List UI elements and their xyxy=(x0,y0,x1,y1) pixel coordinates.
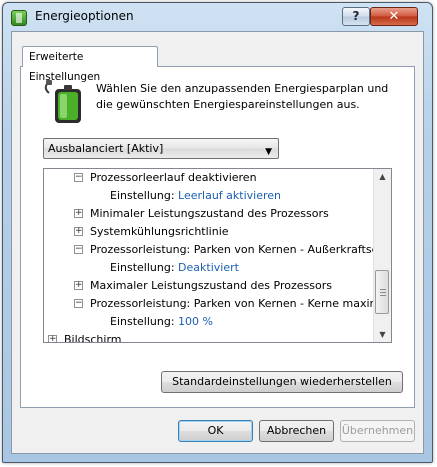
window-title: Energieoptionen xyxy=(35,9,134,23)
expand-icon[interactable]: + xyxy=(48,335,57,342)
setting-value[interactable]: Deaktiviert xyxy=(178,261,239,274)
tab-advanced-settings[interactable]: Erweiterte Einstellungen xyxy=(22,46,158,83)
setting-value[interactable]: 100 % xyxy=(178,315,213,328)
close-button[interactable]: ✕ xyxy=(370,7,418,26)
setting-value[interactable]: Leerlauf aktivieren xyxy=(178,189,281,202)
tree-item-label: Prozessorleistung: Parken von Kernen - K… xyxy=(90,297,375,310)
help-button[interactable]: ? xyxy=(342,7,370,26)
power-options-icon xyxy=(11,10,27,26)
scroll-down-arrow-icon[interactable]: ▼ xyxy=(375,327,390,342)
tree-item-label: Maximaler Leistungszustand des Prozessor… xyxy=(90,279,332,292)
tree-item-label: Minimaler Leistungszustand des Prozessor… xyxy=(90,207,329,220)
apply-button[interactable]: Übernehmen xyxy=(340,420,415,442)
title-bar[interactable]: Energieoptionen ? ✕ xyxy=(3,3,432,31)
collapse-icon[interactable]: − xyxy=(74,245,83,254)
grip-line xyxy=(380,295,386,296)
setting-label: Einstellung: xyxy=(110,315,175,328)
grip-line xyxy=(380,292,386,293)
scroll-up-arrow-icon[interactable]: ▲ xyxy=(375,169,390,184)
tree-setting-processor-idle[interactable]: Einstellung: Leerlauf aktivieren xyxy=(110,187,281,205)
tree-setting-core-parking-max-cores[interactable]: Einstellung: 100 % xyxy=(110,313,213,331)
expand-icon[interactable]: + xyxy=(74,281,83,290)
tree-item-label: Prozessorleerlauf deaktivieren xyxy=(90,171,257,184)
expand-icon[interactable]: + xyxy=(74,227,83,236)
scrollbar-thumb[interactable] xyxy=(375,270,389,314)
restore-defaults-button[interactable]: Standardeinstellungen wiederherstellen xyxy=(161,371,403,393)
collapse-icon[interactable]: − xyxy=(74,299,83,308)
cancel-button[interactable]: Abbrechen xyxy=(259,420,334,442)
tree-item-label: Bildschirm xyxy=(64,333,122,343)
setting-label: Einstellung: xyxy=(110,189,175,202)
chevron-down-icon: ▼ xyxy=(265,147,272,157)
vertical-scrollbar[interactable]: ▲ ▼ xyxy=(373,169,391,342)
tab-panel: Wählen Sie den anzupassenden Energiespar… xyxy=(20,66,415,408)
tree-setting-core-parking-override[interactable]: Einstellung: Deaktiviert xyxy=(110,259,239,277)
ok-button[interactable]: OK xyxy=(178,420,253,442)
grip-line xyxy=(380,289,386,290)
power-plan-select[interactable]: Ausbalanciert [Aktiv] ▼ xyxy=(43,138,279,159)
dialog-client-area: Erweiterte Einstellungen Wählen Sie den … xyxy=(11,31,424,454)
tree-item-label: Prozessorleistung: Parken von Kernen - A… xyxy=(90,243,375,256)
expand-icon[interactable]: + xyxy=(74,209,83,218)
tree-item-label: Systemkühlungsrichtlinie xyxy=(90,225,229,238)
setting-label: Einstellung: xyxy=(110,261,175,274)
energy-options-window: Energieoptionen ? ✕ Erweiterte Einstellu… xyxy=(2,2,433,463)
tree-content: − Prozessorleerlauf deaktivieren Einstel… xyxy=(44,169,375,343)
collapse-icon[interactable]: − xyxy=(74,173,83,182)
intro-text: Wählen Sie den anzupassenden Energiespar… xyxy=(96,82,389,111)
power-plan-value: Ausbalanciert [Aktiv] xyxy=(48,142,164,155)
settings-tree[interactable]: − Prozessorleerlauf deaktivieren Einstel… xyxy=(43,168,392,343)
